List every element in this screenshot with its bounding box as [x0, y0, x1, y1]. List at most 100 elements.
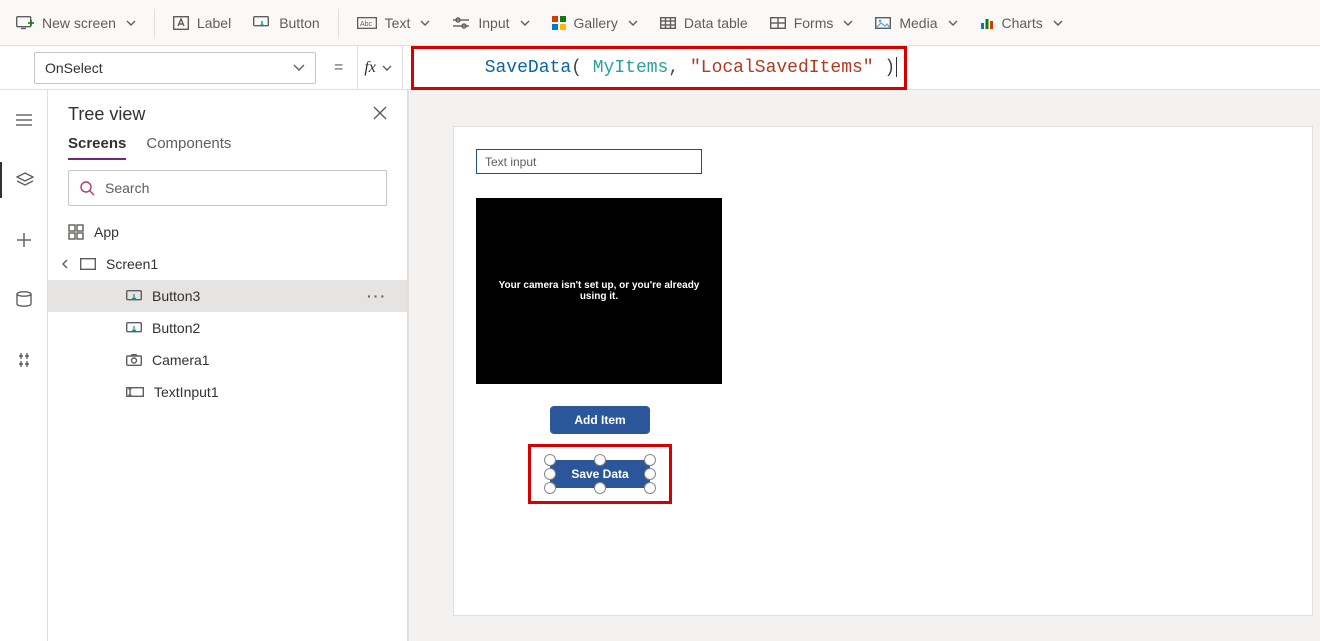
data-rail[interactable] [6, 282, 42, 318]
wrench-icon [16, 352, 32, 368]
ribbon-separator [338, 9, 339, 37]
formula-input[interactable]: SaveData( MyItems, "LocalSavedItems" ) [420, 37, 898, 98]
forms-menu[interactable]: Forms [760, 9, 864, 37]
plus-icon [16, 232, 32, 248]
tree-panel: Tree view Screens Components Search App … [48, 90, 408, 641]
tree-node-textinput1[interactable]: TextInput1 [48, 376, 407, 408]
text-menu[interactable]: Abc Text [347, 9, 441, 37]
property-value: OnSelect [45, 60, 103, 76]
tree-node-camera1[interactable]: Camera1 [48, 344, 407, 376]
tree-node-screen[interactable]: Screen1 [48, 248, 407, 280]
formula-token-close: ) [884, 58, 895, 78]
selection-handle[interactable] [594, 482, 606, 494]
media-image-icon [875, 17, 891, 29]
equals-sign: = [334, 59, 343, 77]
database-icon [16, 291, 32, 309]
gallery-tiles-icon [552, 16, 566, 30]
selection-handle[interactable] [644, 454, 656, 466]
forms-label: Forms [794, 15, 834, 31]
formula-token-open: ( [571, 58, 593, 78]
chevron-down-icon [382, 65, 392, 71]
textinput-placeholder: Text input [485, 155, 536, 169]
tree-node-label: App [94, 224, 119, 240]
label-button[interactable]: Label [163, 9, 241, 37]
formula-highlight-box: SaveData( MyItems, "LocalSavedItems" ) [411, 46, 907, 90]
camera-icon [126, 354, 142, 366]
chevron-down-icon [293, 64, 305, 71]
insert-rail[interactable] [6, 222, 42, 258]
property-select[interactable]: OnSelect [34, 52, 316, 84]
media-label: Media [899, 15, 937, 31]
formula-token-fn: SaveData [485, 58, 571, 78]
close-icon [373, 106, 387, 120]
tree-search-wrap: Search [48, 170, 407, 216]
fx-indicator[interactable]: fx [357, 46, 403, 90]
tools-rail[interactable] [6, 342, 42, 378]
tree-node-button3[interactable]: Button3 ··· [48, 280, 407, 312]
tree-view-rail[interactable] [0, 162, 47, 198]
chevron-down-icon [1053, 20, 1063, 26]
save-data-label: Save Data [571, 467, 628, 481]
add-item-button[interactable]: Add Item [550, 406, 650, 434]
selection-handle[interactable] [594, 454, 606, 466]
selection-handle[interactable] [544, 468, 556, 480]
textinput1-control[interactable]: Text input [476, 149, 702, 174]
text-abc-icon: Abc [357, 17, 377, 29]
tree-node-label: Button2 [152, 320, 200, 336]
app-grid-icon [68, 224, 84, 240]
camera1-control[interactable]: Your camera isn't set up, or you're alre… [476, 198, 722, 384]
tree-node-button2[interactable]: Button2 [48, 312, 407, 344]
camera-message: Your camera isn't set up, or you're alre… [486, 280, 712, 302]
datatable-label: Data table [684, 15, 748, 31]
chevron-down-icon [628, 20, 638, 26]
input-slider-icon [452, 17, 470, 29]
tree-node-app[interactable]: App [48, 216, 407, 248]
button-node-icon [126, 290, 142, 302]
selection-handle[interactable] [544, 482, 556, 494]
gallery-menu[interactable]: Gallery [542, 9, 648, 37]
tree-title: Tree view [68, 104, 145, 125]
button-tap-icon [253, 16, 271, 30]
fx-label: fx [364, 59, 376, 77]
search-icon [79, 180, 95, 196]
formula-token-comma: , [668, 58, 690, 78]
media-menu[interactable]: Media [865, 9, 967, 37]
chevron-down-icon [420, 20, 430, 26]
button-node-icon [126, 322, 142, 334]
tab-components[interactable]: Components [146, 135, 231, 160]
charts-menu[interactable]: Charts [970, 9, 1073, 37]
forms-icon [770, 17, 786, 29]
formula-token-str: "LocalSavedItems" [690, 58, 874, 78]
input-menu[interactable]: Input [442, 9, 539, 37]
label-icon [173, 16, 189, 30]
selection-handle[interactable] [644, 468, 656, 480]
charts-label: Charts [1002, 15, 1043, 31]
text-label: Text [385, 15, 411, 31]
tree-close-button[interactable] [373, 104, 387, 125]
selection-handle[interactable] [544, 454, 556, 466]
selection-handle[interactable] [644, 482, 656, 494]
search-placeholder: Search [105, 180, 149, 196]
new-screen-label: New screen [42, 15, 116, 31]
tree-search-input[interactable]: Search [68, 170, 387, 206]
tab-screens[interactable]: Screens [68, 135, 126, 160]
gallery-label: Gallery [574, 15, 618, 31]
button-button[interactable]: Button [243, 9, 329, 37]
tree-header: Tree view [48, 104, 407, 135]
canvas-area: Text input Your camera isn't set up, or … [408, 90, 1320, 641]
tree-node-label: TextInput1 [154, 384, 219, 400]
node-more-button[interactable]: ··· [367, 288, 387, 304]
text-input-icon [126, 387, 144, 397]
hamburger-icon [15, 113, 33, 127]
save-data-button[interactable]: Save Data [550, 460, 650, 488]
new-screen-button[interactable]: New screen [6, 9, 146, 37]
tree-node-label: Button3 [152, 288, 200, 304]
hamburger-button[interactable] [6, 102, 42, 138]
tree-node-label: Screen1 [106, 256, 158, 272]
ribbon-separator [154, 9, 155, 37]
chevron-down-icon [62, 259, 68, 269]
datatable-button[interactable]: Data table [650, 9, 758, 37]
app-canvas[interactable]: Text input Your camera isn't set up, or … [453, 126, 1313, 616]
chart-bars-icon [980, 16, 994, 30]
add-item-label: Add Item [574, 413, 625, 427]
